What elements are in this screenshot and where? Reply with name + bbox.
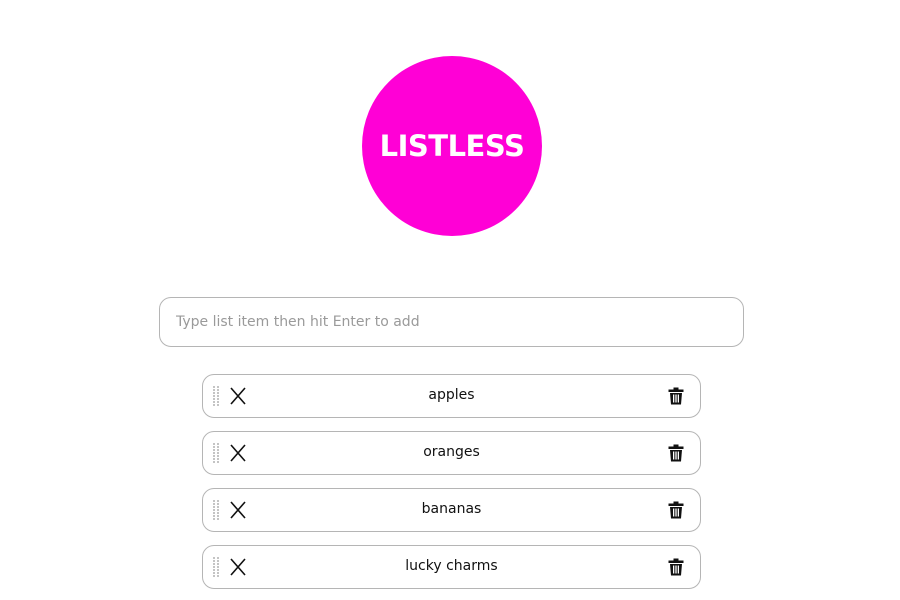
trash-icon[interactable] [668,501,684,519]
add-item-input[interactable] [159,297,744,347]
close-x-icon[interactable] [229,557,247,577]
drag-handle-icon[interactable] [212,442,220,464]
close-x-icon[interactable] [229,500,247,520]
shopping-list: apples oranges bananas lucky charms [202,374,701,600]
drag-handle-icon[interactable] [212,385,220,407]
item-label: lucky charms [405,558,498,574]
item-label: bananas [421,501,482,517]
trash-icon[interactable] [668,444,684,462]
list-item: lucky charms [202,545,701,589]
close-x-icon[interactable] [229,386,247,406]
item-label: oranges [423,444,480,460]
list-item: bananas [202,488,701,532]
item-label: apples [428,387,475,403]
list-item: apples [202,374,701,418]
logo-circle: LISTLESS [362,56,542,236]
trash-icon[interactable] [668,387,684,405]
list-item: oranges [202,431,701,475]
trash-icon[interactable] [668,558,684,576]
drag-handle-icon[interactable] [212,499,220,521]
app-page: LISTLESS apples [0,0,900,600]
logo-text: LISTLESS [379,129,525,163]
drag-handle-icon[interactable] [212,556,220,578]
close-x-icon[interactable] [229,443,247,463]
